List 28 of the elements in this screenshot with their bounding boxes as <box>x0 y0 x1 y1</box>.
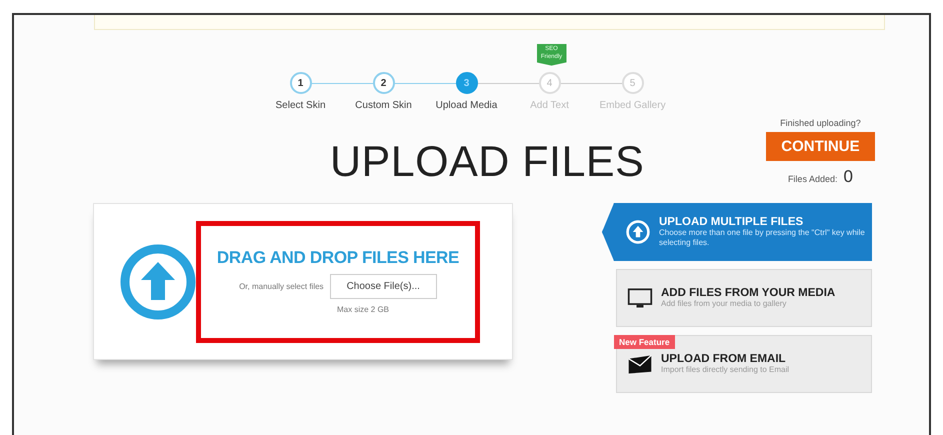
step-label: Select Skin <box>275 100 326 111</box>
files-added-label: Files Added: <box>788 174 838 184</box>
manual-select-label: Or, manually select files <box>239 282 324 290</box>
upload-option[interactable]: New Feature UPLOAD FROM EMAIL Import files directly sending to Email <box>616 335 872 393</box>
step-circle[interactable]: 1 <box>290 72 312 94</box>
new-feature-tag: New Feature <box>614 335 675 349</box>
choose-files-button[interactable]: Choose File(s)... <box>330 274 437 298</box>
option-title: ADD FILES FROM YOUR MEDIA <box>661 287 836 300</box>
option-description: Import files directly sending to Email <box>661 365 790 375</box>
finish-prompt: Finished uploading? <box>780 118 861 128</box>
option-title: UPLOAD FROM EMAIL <box>661 353 787 366</box>
step-circle[interactable]: 2 <box>372 72 394 94</box>
files-added-count: 0 <box>843 167 853 187</box>
step-label: Upload Media <box>436 100 498 111</box>
option-description: Choose more than one file by pressing the "Ctrl" key while selecting files. <box>659 228 866 248</box>
step-label: Add Text <box>530 100 569 111</box>
upload-icon <box>118 242 198 322</box>
page-title: UPLOAD FILES <box>330 137 644 187</box>
step-label: Embed Gallery <box>599 100 666 111</box>
step-label: Custom Skin <box>355 100 412 111</box>
drop-heading: DRAG AND DROP FILES HERE <box>216 248 460 268</box>
option-description: Add files from your media to gallery <box>661 299 788 309</box>
option-title: UPLOAD MULTIPLE FILES <box>659 216 804 228</box>
drop-zone[interactable]: DRAG AND DROP FILES HERE Or, manually select files Choose File(s)... Max size 2 GB <box>196 220 480 342</box>
upload-option[interactable]: ADD FILES FROM YOUR MEDIA Add files from your media to gallery <box>616 269 872 327</box>
upload-icon <box>625 219 651 245</box>
max-size-note: Max size 2 GB <box>336 304 389 314</box>
upload-option[interactable]: UPLOAD MULTIPLE FILES Choose more than one file by pressing the "Ctrl" key while selecting files. <box>602 203 872 261</box>
